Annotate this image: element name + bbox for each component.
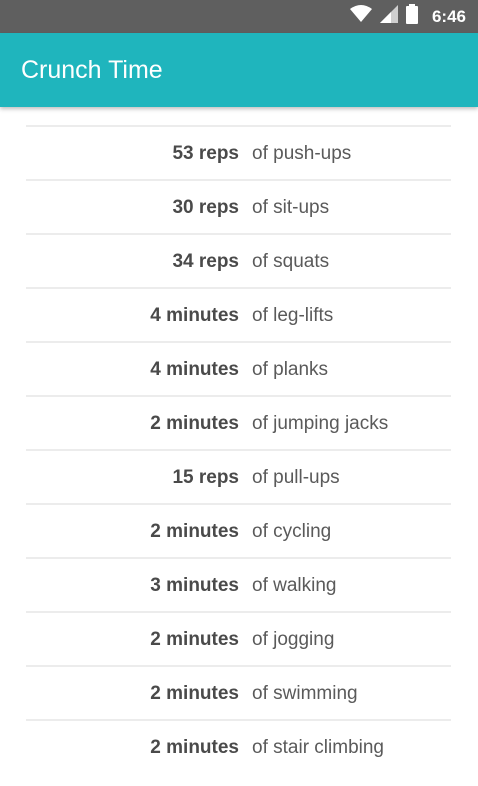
- list-item[interactable]: 2 minutes of jumping jacks: [26, 397, 451, 451]
- list-item[interactable]: 2 minutes of swimming: [26, 667, 451, 721]
- list-item[interactable]: 4 minutes of leg-lifts: [26, 289, 451, 343]
- exercise-activity: of walking: [252, 575, 337, 596]
- exercise-amount: 34 reps: [172, 251, 239, 272]
- battery-icon: [405, 4, 418, 29]
- list-item[interactable]: 3 minutes of walking: [26, 559, 451, 613]
- wifi-icon: [349, 5, 372, 28]
- list-item[interactable]: 2 minutes of jogging: [26, 613, 451, 667]
- list-item[interactable]: 4 minutes of planks: [26, 343, 451, 397]
- exercise-amount: 4 minutes: [150, 305, 239, 326]
- status-time: 6:46: [431, 6, 466, 26]
- exercise-amount: 4 minutes: [150, 359, 239, 380]
- list-item[interactable]: 2 minutes of cycling: [26, 505, 451, 559]
- exercise-amount: 30 reps: [172, 197, 239, 218]
- exercise-activity: of squats: [252, 251, 330, 272]
- exercise-amount: 15 reps: [172, 467, 239, 488]
- exercise-amount: 2 minutes: [150, 737, 239, 758]
- list-item[interactable]: 53 reps of push-ups: [26, 127, 451, 181]
- status-bar: 6:46: [0, 0, 478, 33]
- exercise-activity: of leg-lifts: [252, 305, 334, 326]
- exercise-activity: of sit-ups: [252, 197, 330, 218]
- exercise-list[interactable]: 53 reps of push-ups 30 reps of sit-ups 3…: [0, 107, 478, 786]
- exercise-amount: 2 minutes: [150, 521, 239, 542]
- status-icons: 6:46: [349, 0, 466, 33]
- exercise-activity: of planks: [252, 359, 329, 380]
- exercise-activity: of jumping jacks: [252, 413, 389, 434]
- exercise-activity: of stair climbing: [252, 737, 384, 758]
- exercise-amount: 2 minutes: [150, 683, 239, 704]
- list-item[interactable]: 30 reps of sit-ups: [26, 181, 451, 235]
- exercise-amount: 3 minutes: [150, 575, 239, 596]
- exercise-amount: 2 minutes: [150, 413, 239, 434]
- exercise-activity: of push-ups: [252, 143, 352, 164]
- list-item[interactable]: 2 minutes of stair climbing: [26, 721, 451, 775]
- exercise-activity: of swimming: [252, 683, 358, 704]
- app-bar: Crunch Time: [0, 33, 478, 107]
- exercise-activity: of jogging: [252, 629, 335, 650]
- list-item[interactable]: 34 reps of squats: [26, 235, 451, 289]
- list-item[interactable]: 15 reps of pull-ups: [26, 451, 451, 505]
- exercise-activity: of cycling: [252, 521, 332, 542]
- exercise-activity: of pull-ups: [252, 467, 340, 488]
- partial-list-item: [26, 107, 451, 127]
- exercise-amount: 2 minutes: [150, 629, 239, 650]
- app-title: Crunch Time: [21, 56, 163, 84]
- cell-signal-icon: [379, 5, 398, 28]
- exercise-amount: 53 reps: [172, 143, 239, 164]
